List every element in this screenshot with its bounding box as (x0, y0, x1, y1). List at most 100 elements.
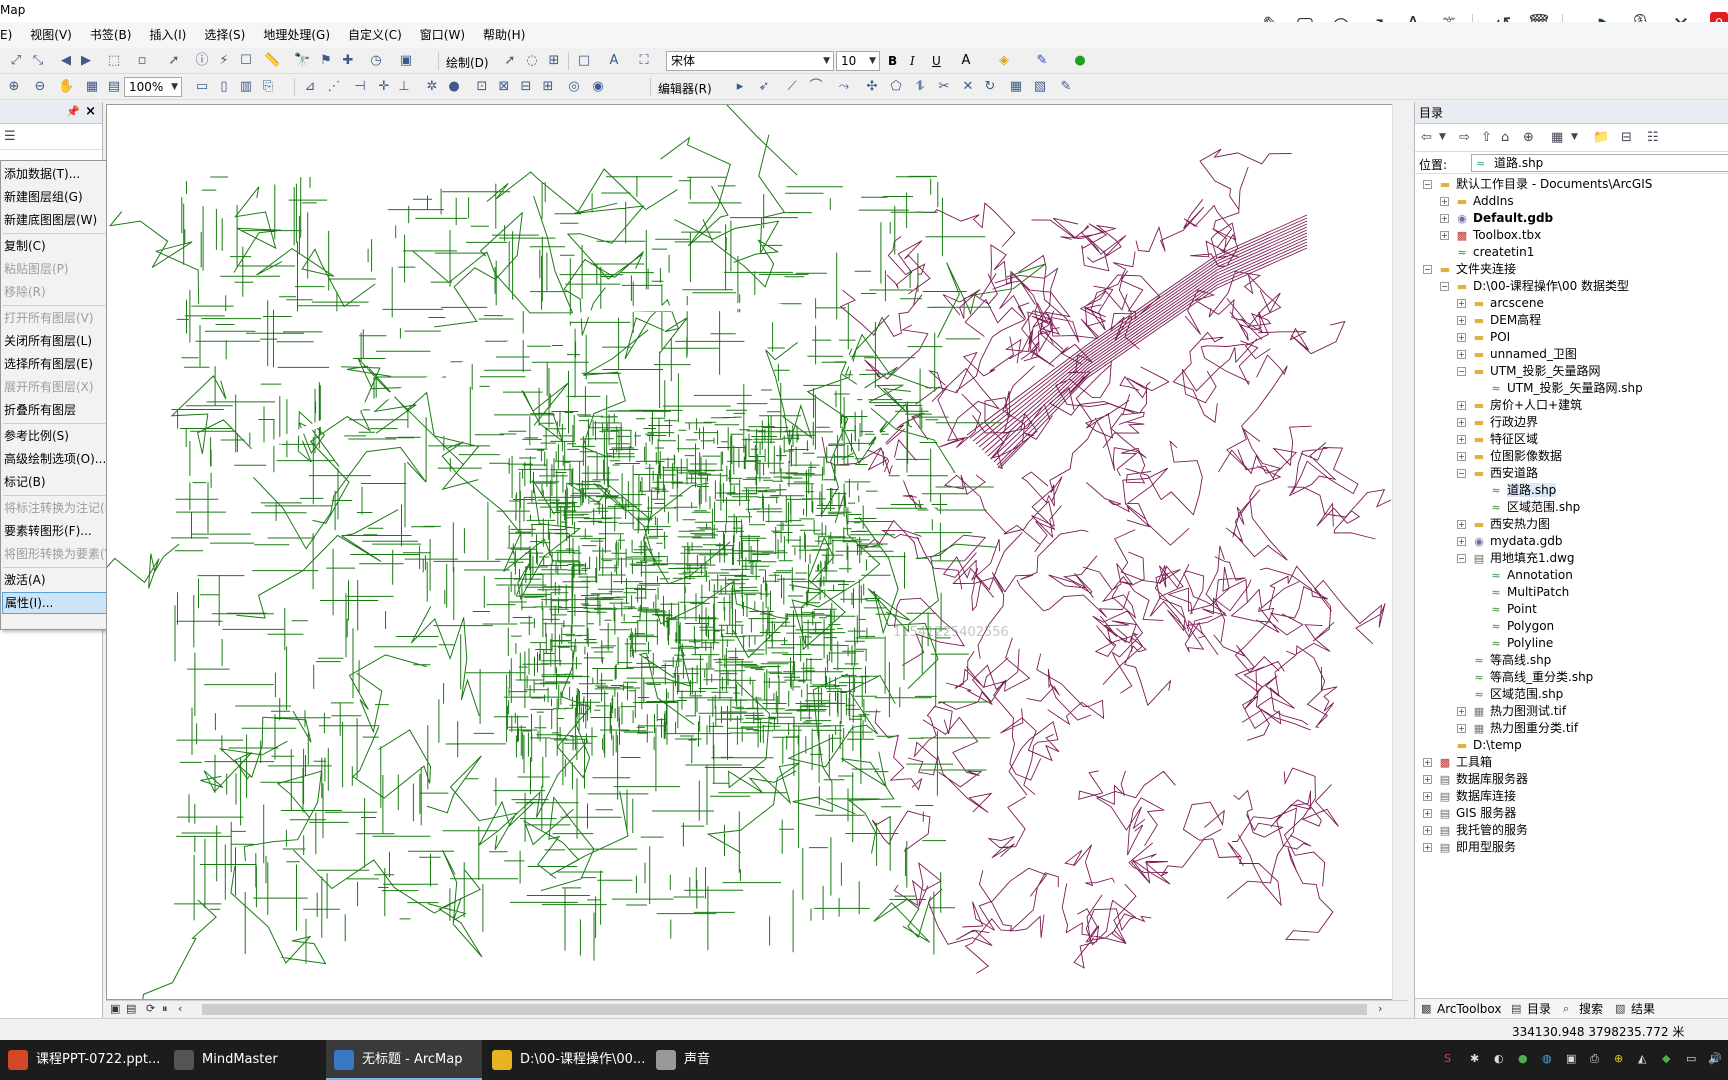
full-extent-icon[interactable]: ⤢ (8, 53, 24, 69)
cloud-icon[interactable]: ◍ (1542, 1052, 1556, 1066)
catalog-tree-item[interactable]: + ▦ 热力图测试.tif (1457, 703, 1566, 720)
identify-icon[interactable]: ⓘ (194, 53, 210, 69)
catalog-tree-item[interactable]: + ◉ Default.gdb (1440, 210, 1553, 227)
edit-annotation-icon[interactable]: ➶ (756, 79, 772, 95)
marker-color-icon[interactable]: ● (1072, 53, 1088, 69)
catalog-tree-item[interactable]: +≈Annotation (1474, 567, 1572, 584)
expand-icon[interactable]: + (1423, 758, 1432, 767)
location-input[interactable]: ≈ 道路.shp (1471, 154, 1728, 172)
expand-icon[interactable]: + (1457, 452, 1466, 461)
toggle-draft-icon[interactable]: ▭ (194, 79, 210, 95)
expand-icon[interactable]: + (1457, 350, 1466, 359)
draw-menu[interactable]: 绘制(D) (446, 54, 489, 71)
catalog-tree-item[interactable]: + ▤ 我托管的服务 (1423, 822, 1528, 839)
catalog-tree-item[interactable]: +≈等高线.shp (1457, 652, 1551, 669)
attributes-icon[interactable]: ▦ (1008, 79, 1024, 95)
catalog-tab-1[interactable]: ▤ 目录 (1509, 1001, 1551, 1017)
time-slider-icon[interactable]: ◷ (368, 53, 384, 69)
font-name-select[interactable]: 宋体 ▼ (666, 51, 834, 71)
catalog-tree-item[interactable]: +≈Point (1474, 601, 1536, 618)
back-arrow-icon[interactable]: ◀ (58, 53, 74, 69)
editor-menu[interactable]: 编辑器(R) (658, 80, 712, 97)
connect-folder-icon[interactable]: ⊕ (1523, 130, 1534, 145)
catalog-tree-item[interactable]: +≈UTM_投影_矢量路网.shp (1474, 380, 1642, 397)
catalog-tab-2[interactable]: ⌕ 搜索 (1561, 1001, 1603, 1017)
catalog-tree-item[interactable]: − ▬ D:\00-课程操作\00 数据类型 (1440, 278, 1629, 295)
rotate-icon[interactable]: ◌ (524, 53, 540, 69)
catalog-tree-item[interactable]: − ▬ 文件夹连接 (1423, 261, 1516, 278)
catalog-tree-item[interactable]: + ▬ POI (1457, 329, 1510, 346)
zoom-out-page-icon[interactable]: ⊖ (32, 79, 48, 95)
list-by-drawing-order-icon[interactable]: ☰ (4, 129, 16, 144)
editor-tool-2-icon[interactable]: ⋰ (326, 79, 342, 95)
arc-segment-icon[interactable]: ⌒ (808, 79, 824, 95)
expand-icon[interactable]: + (1457, 401, 1466, 410)
zoom-to-selected-icon[interactable]: ⊞ (546, 53, 562, 69)
find-icon[interactable]: 🔭 (294, 53, 310, 69)
catalog-tree-item[interactable]: + ◉ mydata.gdb (1457, 533, 1563, 550)
line-color-icon[interactable]: ✎ (1034, 53, 1050, 69)
catalog-tree-item[interactable]: + ▬ 特征区域 (1457, 431, 1538, 448)
map-canvas[interactable] (107, 105, 1391, 999)
sketch-properties-icon[interactable]: ▧ (1032, 79, 1048, 95)
catalog-tree-item[interactable]: +≈Polyline (1474, 635, 1553, 652)
catalog-tree-item[interactable]: + ▬ 西安热力图 (1457, 516, 1550, 533)
catalog-tree-item[interactable]: +≈Polygon (1474, 618, 1554, 635)
editor-tool-11-icon[interactable]: ⊞ (540, 79, 556, 95)
expand-icon[interactable]: + (1423, 775, 1432, 784)
menu-item-3[interactable]: 插入(I) (140, 24, 195, 46)
expand-icon[interactable]: + (1457, 435, 1466, 444)
menu-item-5[interactable]: 地理处理(G) (254, 24, 339, 46)
catalog-tree-item[interactable]: + ▬ 位图影像数据 (1457, 448, 1562, 465)
taskbar-item-3[interactable]: D:\00-课程操作\00... (484, 1040, 646, 1080)
update-icon[interactable]: ⊕ (1614, 1052, 1628, 1066)
catalog-tree-item[interactable]: + ▤ 数据库服务器 (1423, 771, 1528, 788)
catalog-tree-item[interactable]: +≈区域范围.shp (1457, 686, 1563, 703)
sogou-icon[interactable]: S (1444, 1052, 1458, 1066)
pan-page-icon[interactable]: ✋ (58, 79, 74, 95)
catalog-tree-item[interactable]: + ▤ GIS 服务器 (1423, 805, 1516, 822)
edit-tool-icon[interactable]: ▸ (732, 79, 748, 95)
forward-arrow-icon[interactable]: ⇨ (1459, 130, 1470, 145)
menu-item-1[interactable]: 视图(V) (21, 24, 81, 46)
editor-tool-3-icon[interactable]: ⊣ (352, 79, 368, 95)
change-layout-icon[interactable]: ▥ (238, 79, 254, 95)
bold-button[interactable]: B (888, 54, 897, 68)
route-icon[interactable]: ⚑ (318, 53, 334, 69)
zoom-whole-page-icon[interactable]: ▦ (84, 79, 100, 95)
close-icon[interactable]: × (85, 104, 96, 119)
catalog-tree-item[interactable]: − ▬ UTM_投影_矢量路网 (1457, 363, 1600, 380)
editor-tool-7-icon[interactable]: ● (446, 79, 462, 95)
measure-icon[interactable]: 📏 (264, 53, 280, 69)
midpoint-icon[interactable]: ✣ (864, 79, 880, 95)
expand-icon[interactable]: + (1457, 299, 1466, 308)
catalog-tree-item[interactable]: + ▬ 房价+人口+建筑 (1457, 397, 1582, 414)
catalog-tab-0[interactable]: ▩ ArcToolbox (1419, 1001, 1501, 1017)
collapse-icon[interactable]: − (1457, 367, 1466, 376)
catalog-tree-item[interactable]: +▬D:\temp (1440, 737, 1522, 754)
layout-view-icon[interactable]: ▤ (126, 1002, 136, 1015)
catalog-tree-item[interactable]: + ▬ arcscene (1457, 295, 1544, 312)
viewer-icon[interactable]: ▣ (398, 53, 414, 69)
catalog-tree-item[interactable]: +≈区域范围.shp (1474, 499, 1580, 516)
app-tray-icon[interactable]: ▣ (1566, 1052, 1580, 1066)
editor-tool-9-icon[interactable]: ⊠ (496, 79, 512, 95)
catalog-tree-item[interactable]: + ▬ unnamed_卫图 (1457, 346, 1577, 363)
font-size-select[interactable]: 10 ▼ (836, 51, 880, 71)
forward-arrow-icon[interactable]: ▶ (78, 53, 94, 69)
collapse-icon[interactable]: − (1423, 180, 1432, 189)
options-icon[interactable]: ☷ (1647, 130, 1659, 145)
expand-icon[interactable]: + (1457, 537, 1466, 546)
back-arrow-icon[interactable]: ⇦ (1421, 130, 1432, 145)
expand-icon[interactable]: + (1423, 826, 1432, 835)
rotate-feature-icon[interactable]: ↻ (982, 79, 998, 95)
catalog-tree-item[interactable]: + ▬ AddIns (1440, 193, 1514, 210)
edit-vertex-icon[interactable]: ⬠ (888, 79, 904, 95)
view-options-icon[interactable]: ▦ (1551, 130, 1563, 145)
fill-color-icon[interactable]: ◈ (996, 53, 1012, 69)
clear-selection-icon[interactable]: ▫ (134, 53, 150, 69)
editor-tool-10-icon[interactable]: ⊟ (518, 79, 534, 95)
select-features-icon[interactable]: ⬚ (106, 53, 122, 69)
catalog-tree-item[interactable]: + ▩ Toolbox.tbx (1440, 227, 1541, 244)
cut-polygon-icon[interactable]: ✂ (936, 79, 952, 95)
